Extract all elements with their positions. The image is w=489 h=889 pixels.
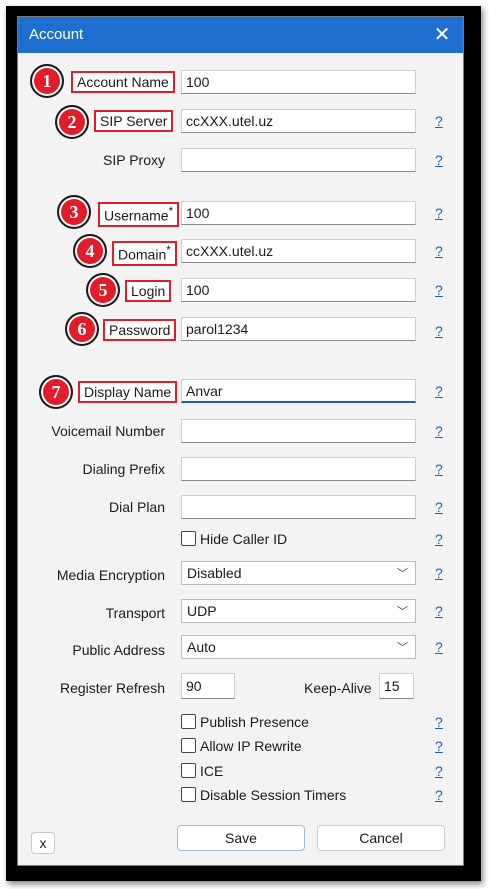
domain-help-link[interactable]: ? [435,243,443,259]
publish-presence-help-link[interactable]: ? [435,714,443,730]
username-label: Username* [98,202,180,227]
media-encryption-help-link[interactable]: ? [435,565,443,581]
account-name-label: Account Name [71,71,175,93]
password-help-link[interactable]: ? [435,323,443,339]
dialing-prefix-field[interactable] [181,457,416,481]
allow-ip-rewrite-label: Allow IP Rewrite [200,738,302,754]
media-encryption-value: Disabled [187,565,242,581]
public-address-value: Auto [187,639,216,655]
hide-caller-id-label: Hide Caller ID [200,531,288,547]
public-address-help-link[interactable]: ? [435,639,443,655]
display-name-field[interactable]: Anvar [181,379,416,403]
annotation-badge-6: 6 [65,312,99,346]
annotation-badge-4: 4 [73,234,107,268]
register-refresh-label: Register Refresh [59,680,165,696]
chevron-down-icon: ﹀ [397,642,408,654]
display-name-label: Display Name [78,381,178,403]
public-address-label: Public Address [72,642,165,658]
annotation-badge-2: 2 [55,105,89,139]
sip-proxy-help-link[interactable]: ? [435,152,443,168]
window-title: Account [29,26,84,43]
checkbox-box[interactable] [181,787,196,802]
username-field[interactable]: 100 [181,201,416,225]
hide-caller-id-help-link[interactable]: ? [435,531,443,547]
annotation-badge-5: 5 [86,273,120,307]
media-encryption-select[interactable]: Disabled ﹀ [181,561,416,585]
ice-checkbox[interactable]: ICE [181,763,223,779]
publish-presence-checkbox[interactable]: Publish Presence [181,714,309,730]
disable-session-timers-help-link[interactable]: ? [435,787,443,803]
ice-label: ICE [200,763,224,779]
register-refresh-field[interactable]: 90 [181,673,235,699]
checkbox-box[interactable] [181,738,196,753]
checkbox-box[interactable] [181,531,196,546]
domain-field[interactable]: ccXXX.utel.uz [181,239,416,263]
transport-select[interactable]: UDP ﹀ [181,599,416,623]
disable-session-timers-label: Disable Session Timers [200,787,347,803]
dial-plan-field[interactable] [181,495,416,519]
password-field[interactable]: parol1234 [181,317,416,341]
login-field[interactable]: 100 [181,278,416,302]
password-label: Password [103,319,177,341]
sip-server-field[interactable]: ccXXX.utel.uz [181,109,416,133]
transport-help-link[interactable]: ? [435,603,443,619]
disable-session-timers-checkbox[interactable]: Disable Session Timers [181,787,346,803]
keep-alive-field[interactable]: 15 [379,673,414,699]
hide-caller-id-checkbox[interactable]: Hide Caller ID [181,531,287,547]
keep-alive-label: Keep-Alive [304,680,372,696]
dialing-prefix-label: Dialing Prefix [82,461,165,477]
publish-presence-label: Publish Presence [200,714,309,730]
allow-ip-rewrite-checkbox[interactable]: Allow IP Rewrite [181,738,302,754]
title-bar: Account ✕ [18,17,463,53]
dial-plan-label: Dial Plan [108,499,165,515]
login-help-link[interactable]: ? [435,282,443,298]
ice-help-link[interactable]: ? [435,763,443,779]
checkbox-box[interactable] [181,763,196,778]
username-help-link[interactable]: ? [435,205,443,221]
annotation-badge-3: 3 [57,195,91,229]
transport-value: UDP [187,603,217,619]
checkbox-box[interactable] [181,714,196,729]
domain-label: Domain* [112,241,177,266]
voicemail-number-label: Voicemail Number [51,423,165,439]
annotation-badge-1: 1 [30,64,64,98]
chevron-down-icon: ﹀ [397,568,408,580]
save-button[interactable]: Save [177,825,305,851]
sip-proxy-label: SIP Proxy [103,152,165,168]
sip-server-help-link[interactable]: ? [435,113,443,129]
close-icon[interactable]: ✕ [429,22,455,48]
sip-proxy-field[interactable] [181,148,416,172]
media-encryption-label: Media Encryption [56,567,165,583]
login-label: Login [125,280,172,302]
chevron-down-icon: ﹀ [397,606,408,618]
dialing-prefix-help-link[interactable]: ? [435,461,443,477]
allow-ip-rewrite-help-link[interactable]: ? [435,738,443,754]
account-name-field[interactable]: 100 [181,70,416,94]
transport-label: Transport [105,605,165,621]
public-address-select[interactable]: Auto ﹀ [181,635,416,659]
x-button[interactable]: x [31,832,55,854]
account-dialog: Account ✕ 1 Account Name 100 2 SIP Serve… [17,16,464,866]
voicemail-number-field[interactable] [181,419,416,443]
cancel-button[interactable]: Cancel [317,825,445,851]
sip-server-label: SIP Server [94,110,174,132]
dial-plan-help-link[interactable]: ? [435,499,443,515]
voicemail-number-help-link[interactable]: ? [435,423,443,439]
display-name-help-link[interactable]: ? [435,383,443,399]
annotation-badge-7: 7 [39,375,73,409]
